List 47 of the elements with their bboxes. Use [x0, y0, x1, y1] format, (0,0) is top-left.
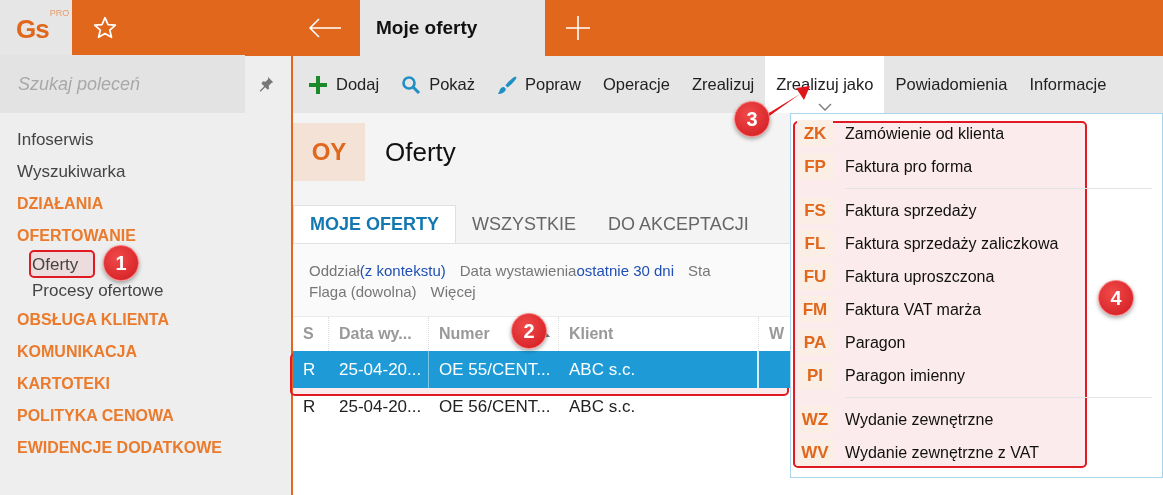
toolbar-button[interactable]: Zrealizuj: [680, 68, 766, 101]
table-cell-text: R: [302, 395, 317, 418]
toolbar-button[interactable]: Popraw: [486, 68, 592, 101]
toolbar-button[interactable]: Informacje: [1018, 68, 1118, 101]
menu-item[interactable]: FP Faktura pro forma: [797, 150, 1162, 183]
table-cell-text: OE 55/CENT...: [438, 358, 552, 381]
page-title: Oferty: [385, 136, 456, 168]
search-icon: [401, 74, 422, 95]
table-cell-text: ABC s.c.: [568, 395, 637, 418]
chevron-down-icon: [817, 103, 832, 111]
sidebar-subitem[interactable]: Procesy ofertowe: [17, 278, 164, 304]
tab[interactable]: DO AKCEPTACJI: [592, 205, 765, 243]
brush-icon: [497, 74, 517, 95]
table-cell: 25-04-20...: [329, 351, 429, 388]
menu-item[interactable]: ZK Zamówienie od klienta: [797, 117, 1162, 150]
toolbar-button[interactable]: Dodaj: [297, 68, 391, 101]
filter-link[interactable]: Sta: [688, 262, 711, 279]
menu-item[interactable]: FL Faktura sprzedaży zaliczkowa: [797, 227, 1152, 260]
filter-link[interactable]: Oddział(z kontekstu): [309, 262, 446, 279]
tab[interactable]: MOJE OFERTY: [293, 205, 456, 243]
table-cell: ABC s.c.: [559, 351, 759, 388]
toolbar-button[interactable]: Powiadomienia: [884, 68, 1019, 101]
plus-icon: [308, 74, 328, 95]
toolbar-button[interactable]: Zrealizuj jako: [765, 56, 885, 113]
table-cell-text: R: [302, 358, 317, 381]
sidebar-item[interactable]: Wyszukiwarka: [17, 156, 126, 188]
table-cell-text: OE 56/CENT...: [438, 395, 552, 418]
plus-icon[interactable]: [565, 15, 591, 41]
filter-link[interactable]: Data wystawieniaostatnie 30 dni: [459, 262, 675, 279]
menu-item[interactable]: FS Faktura sprzedaży: [797, 194, 1152, 227]
filter-link[interactable]: Więcej: [430, 283, 476, 300]
highlight-frame: [29, 250, 95, 278]
document-tab[interactable]: Moje oferty: [360, 0, 545, 56]
star-icon[interactable]: [92, 15, 118, 41]
back-arrow-icon[interactable]: [308, 18, 342, 38]
filter-link[interactable]: Flaga (dowolna): [309, 283, 417, 300]
toolbar-button[interactable]: Pokaż: [390, 68, 486, 101]
pin-icon[interactable]: [257, 75, 275, 93]
sidebar-item[interactable]: Infoserwis: [17, 124, 94, 156]
menu-item[interactable]: WZ Wydanie zewnętrzne: [797, 403, 1152, 436]
command-search-field[interactable]: Szukaj poleceń: [0, 55, 245, 113]
tab[interactable]: WSZYSTKIE: [456, 205, 593, 243]
table-cell-text: 25-04-20...: [338, 395, 423, 418]
sidebar-subitem[interactable]: Oferty: [17, 252, 79, 278]
toolbar-button[interactable]: Operacje: [591, 68, 681, 101]
module-badge: OY: [293, 123, 365, 181]
menu-item[interactable]: WV Wydanie zewnętrzne z VAT: [797, 436, 1152, 469]
